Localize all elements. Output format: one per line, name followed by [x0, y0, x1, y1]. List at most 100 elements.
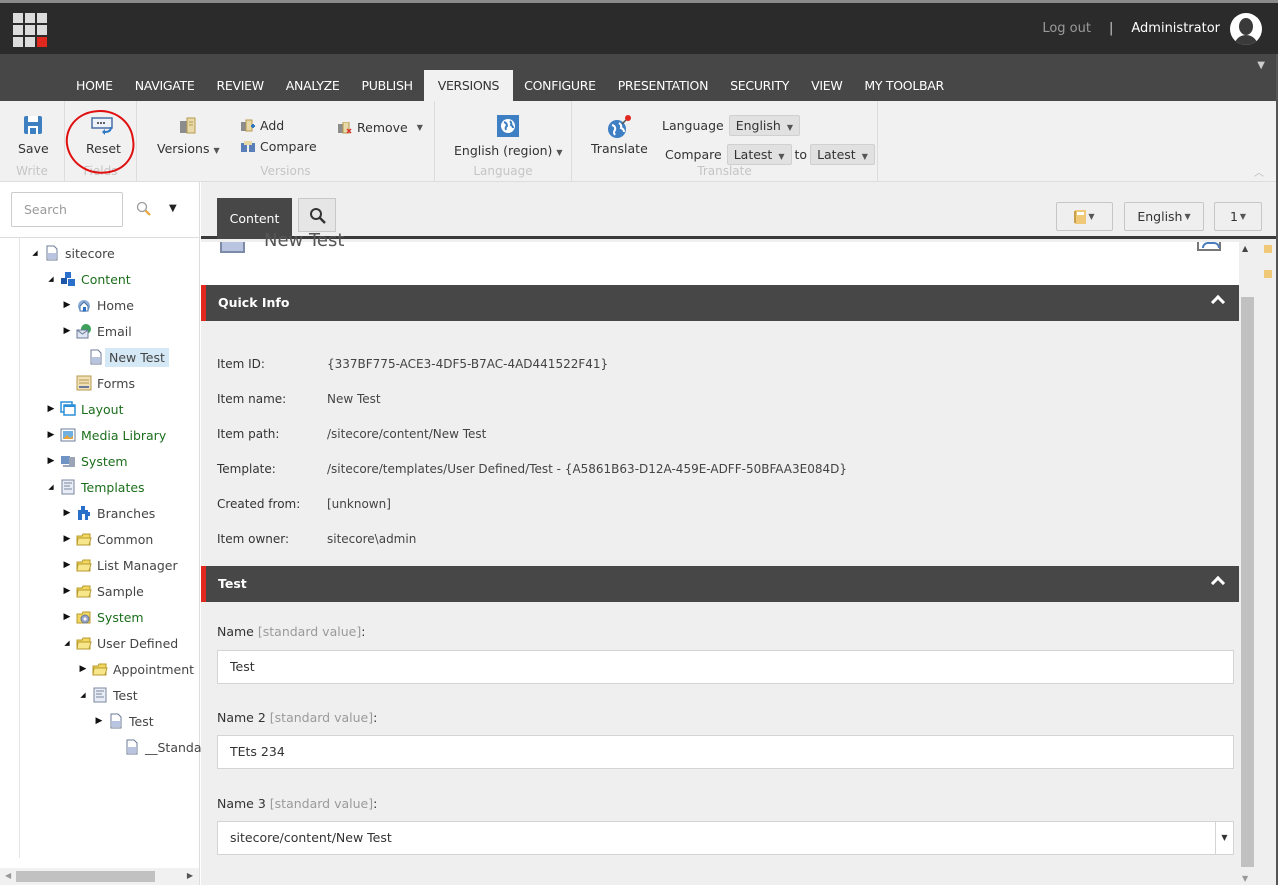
tree-node[interactable]: ▶ Media Library	[44, 424, 167, 446]
search-options-dropdown-icon[interactable]: ▼	[169, 203, 177, 214]
versions-button[interactable]: Versions ▼	[157, 115, 220, 156]
tab-search[interactable]	[298, 198, 336, 232]
scrollbar-thumb[interactable]	[1241, 297, 1254, 867]
sitecore-launchpad-logo-icon[interactable]	[13, 13, 47, 47]
validation-marker-icon[interactable]	[1264, 245, 1272, 253]
section-quick-info[interactable]: Quick Info	[201, 285, 1239, 321]
tree-node[interactable]: ▶ List Manager	[60, 554, 178, 576]
tree-node[interactable]: ◢ sitecore	[28, 242, 115, 264]
tree-node[interactable]: ▶ Appointment	[76, 658, 195, 680]
group-label-write: Write	[16, 164, 48, 178]
system-folder-icon	[76, 609, 92, 625]
compare-label-text: Compare	[665, 147, 722, 162]
expand-toggle-icon[interactable]: ▶	[60, 300, 74, 310]
editor-vertical-scrollbar[interactable]: ▲ ▼	[1239, 242, 1255, 885]
validation-marker-icon[interactable]	[1264, 270, 1272, 278]
item-preview-icon[interactable]	[1197, 242, 1221, 251]
scroll-up-icon[interactable]: ▲	[1242, 244, 1248, 253]
expand-toggle-icon[interactable]: ▶	[60, 586, 74, 596]
scrollbar-thumb[interactable]	[16, 871, 155, 882]
field-label-text: Name 2	[217, 710, 266, 725]
name-2-field[interactable]: TEts 234	[217, 735, 1234, 769]
tree-node[interactable]: ▶ System	[44, 450, 128, 472]
reset-button[interactable]: Reset	[86, 115, 121, 156]
tree-node[interactable]: ◢ Test	[76, 684, 138, 706]
tree-search-input[interactable]	[11, 192, 123, 227]
user-area: Log out | Administrator	[1042, 3, 1278, 54]
translate-language-select[interactable]: English ▼	[728, 115, 800, 136]
media-library-icon	[60, 427, 76, 443]
tree-node[interactable]: ▶ Test	[92, 710, 154, 732]
tree-node[interactable]: ◢ Templates	[44, 476, 145, 498]
tab-configure[interactable]: CONFIGURE	[513, 70, 607, 101]
system-icon	[60, 453, 76, 469]
compare-from-select[interactable]: Latest ▼	[726, 144, 792, 165]
tab-security[interactable]: SECURITY	[719, 70, 800, 101]
chevron-up-icon[interactable]	[1210, 294, 1226, 310]
search-icon[interactable]	[136, 201, 152, 217]
tree-node[interactable]: New Test	[72, 346, 169, 368]
translate-button[interactable]: Translate	[591, 115, 648, 156]
tree-node[interactable]: ▶ Home	[60, 294, 134, 316]
expand-toggle-icon[interactable]: ▶	[44, 456, 58, 466]
expand-toggle-icon[interactable]: ▶	[44, 430, 58, 440]
scroll-right-icon[interactable]: ▶	[187, 871, 193, 880]
collapse-toggle-icon[interactable]: ◢	[44, 275, 58, 283]
tree-node[interactable]: ▶ Sample	[60, 580, 144, 602]
compare-to-select[interactable]: Latest ▼	[810, 144, 875, 165]
compare-versions-button[interactable]: Compare	[241, 139, 317, 154]
tree-node[interactable]: ▶ Branches	[60, 502, 156, 524]
tree-node[interactable]: ▶ Email	[60, 320, 132, 342]
info-key: Item path:	[217, 427, 280, 441]
avatar-icon[interactable]	[1230, 12, 1262, 45]
tree-node[interactable]: ▶ System	[60, 606, 144, 628]
expand-toggle-icon[interactable]: ▶	[60, 326, 74, 336]
remove-version-button[interactable]: Remove ▼	[338, 120, 423, 135]
tree-node[interactable]: ◢ User Defined	[60, 632, 178, 654]
tree-node-label: Test	[113, 687, 138, 703]
tree-node[interactable]: ▶ Common	[60, 528, 154, 550]
name-3-dropdown-field[interactable]: sitecore/content/New Test ▼	[217, 821, 1234, 855]
tab-my-toolbar[interactable]: MY TOOLBAR	[853, 70, 954, 101]
tab-view[interactable]: VIEW	[800, 70, 853, 101]
language-dropdown-button[interactable]: English ▼	[1124, 202, 1204, 231]
add-version-button[interactable]: Add	[241, 118, 284, 133]
collapse-toggle-icon[interactable]: ◢	[60, 639, 74, 647]
tree-horizontal-scrollbar[interactable]: ◀ ▶	[0, 868, 199, 885]
tab-publish[interactable]: PUBLISH	[351, 70, 424, 101]
save-button[interactable]: Save	[18, 115, 49, 156]
editor-tabs-bar: Content ▼ English ▼ 1 ▼	[201, 182, 1278, 239]
scroll-down-icon[interactable]: ▼	[1242, 874, 1248, 883]
tab-analyze[interactable]: ANALYZE	[275, 70, 351, 101]
chevron-up-icon[interactable]	[1210, 575, 1226, 591]
collapse-toggle-icon[interactable]: ◢	[76, 691, 90, 699]
expand-toggle-icon[interactable]: ▶	[60, 560, 74, 570]
expand-toggle-icon[interactable]: ▶	[60, 534, 74, 544]
tab-review[interactable]: REVIEW	[205, 70, 274, 101]
expand-toggle-icon[interactable]: ▶	[60, 508, 74, 518]
expand-toggle-icon[interactable]: ▶	[92, 716, 106, 726]
scroll-left-icon[interactable]: ◀	[5, 871, 11, 880]
user-name[interactable]: Administrator	[1131, 21, 1220, 36]
collapse-toggle-icon[interactable]: ◢	[44, 483, 58, 491]
collapse-toggle-icon[interactable]: ◢	[28, 249, 42, 257]
tab-home[interactable]: HOME	[65, 70, 124, 101]
ribbon-menu-dropdown-icon[interactable]: ▼	[1257, 60, 1265, 71]
expand-toggle-icon[interactable]: ▶	[44, 404, 58, 414]
tab-versions[interactable]: VERSIONS	[423, 70, 514, 101]
ribbon-collapse-icon[interactable]: ︿	[1254, 164, 1264, 179]
chevron-down-icon[interactable]: ▼	[1215, 822, 1233, 854]
tree-node[interactable]: ▶ Layout	[44, 398, 124, 420]
name-field[interactable]: Test	[217, 650, 1234, 684]
tree-node[interactable]: Forms	[60, 372, 135, 394]
expand-toggle-icon[interactable]: ▶	[76, 664, 90, 674]
notebook-dropdown-button[interactable]: ▼	[1056, 202, 1113, 231]
expand-toggle-icon[interactable]: ▶	[60, 612, 74, 622]
logout-link[interactable]: Log out	[1042, 21, 1091, 36]
tab-presentation[interactable]: PRESENTATION	[607, 70, 719, 101]
version-dropdown-button[interactable]: 1 ▼	[1214, 202, 1262, 231]
tree-node[interactable]: ◢ Content	[44, 268, 130, 290]
tab-navigate[interactable]: NAVIGATE	[124, 70, 206, 101]
section-test[interactable]: Test	[201, 566, 1239, 602]
language-button[interactable]: English (region) ▼	[454, 115, 563, 158]
